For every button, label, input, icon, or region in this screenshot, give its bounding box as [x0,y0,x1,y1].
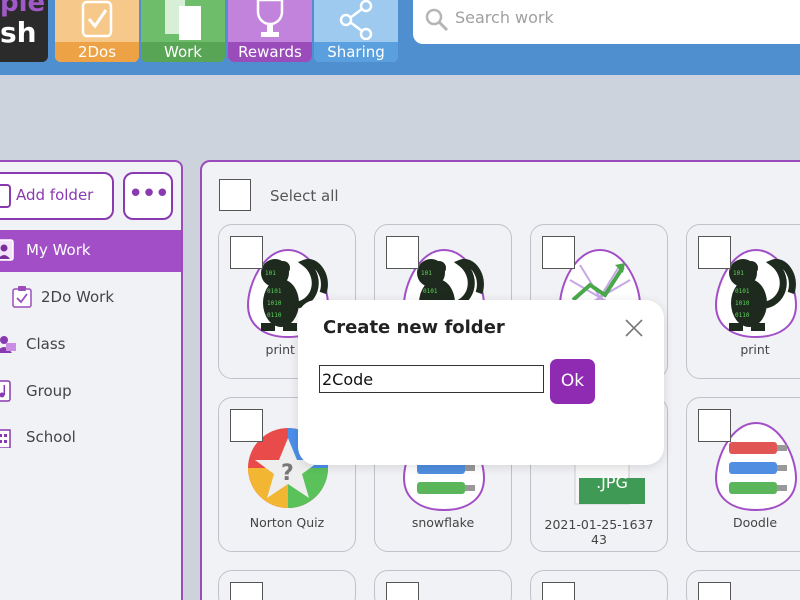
clipboard-icon [12,286,32,308]
nav-2dos-button[interactable]: 2Dos [55,0,139,62]
card-checkbox[interactable] [230,236,263,269]
sidebar-item-label: Class [26,335,66,353]
sidebar-item-school[interactable]: School [0,417,181,459]
nav-sharing-button[interactable]: Sharing [314,0,398,62]
checklist-icon [81,0,113,38]
nav-sharing-label: Sharing [314,42,398,62]
card-checkbox[interactable] [386,582,419,600]
card-checkbox[interactable] [698,582,731,600]
sidebar: Add folder ••• My Work 2Do Work Class Gr… [0,160,183,600]
sidebar-item-class[interactable]: Class [0,324,181,366]
add-folder-button[interactable]: Add folder [0,172,114,220]
sidebar-item-group[interactable]: Group [0,371,181,413]
card-checkbox[interactable] [698,409,731,442]
search-placeholder: Search work [455,8,554,27]
card-checkbox[interactable] [386,236,419,269]
more-options-button[interactable]: ••• [123,172,173,220]
card-name: 2021-01-25-1637 43 [544,517,654,547]
card-checkbox[interactable] [230,582,263,600]
select-all-checkbox[interactable] [219,179,251,211]
school-icon [0,429,11,448]
music-icon [0,380,11,402]
card-name: Doodle [732,515,778,530]
work-card[interactable] [530,570,668,600]
sidebar-item-my-work[interactable]: My Work [0,230,181,272]
nav-2dos-label: 2Dos [55,42,139,62]
ok-button[interactable]: Ok [550,359,595,404]
card-checkbox[interactable] [230,409,263,442]
nav-rewards-label: Rewards [228,42,312,62]
card-name: snowflake [411,515,475,530]
documents-icon [165,0,201,40]
card-checkbox[interactable] [542,236,575,269]
logo-text-line-2: sh [0,16,37,49]
card-name: print [740,342,770,357]
top-bar: ple sh 2Dos Work Rewards Sharing Search … [0,0,800,75]
folder-name-input[interactable] [319,365,544,393]
work-card[interactable]: Doodle [686,397,800,552]
work-card[interactable] [686,570,800,600]
sidebar-item-label: Group [26,382,72,400]
close-icon[interactable] [624,318,644,338]
select-all-label: Select all [270,187,339,205]
share-icon [339,0,373,40]
nav-work-button[interactable]: Work [141,0,225,62]
work-card[interactable] [218,570,356,600]
folder-add-icon [0,184,11,208]
nav-rewards-button[interactable]: Rewards [228,0,312,62]
sidebar-item-label: 2Do Work [41,288,115,306]
search-icon [425,8,449,32]
create-folder-dialog: Create new folder Ok [298,300,664,465]
jpg-badge-label: .JPG [596,473,628,492]
nav-work-label: Work [141,42,225,62]
dialog-title: Create new folder [323,317,505,338]
class-icon [0,336,16,353]
card-checkbox[interactable] [542,582,575,600]
search-box[interactable]: Search work [413,0,800,44]
sidebar-item-2do-work[interactable]: 2Do Work [0,277,181,319]
work-card[interactable]: print [686,224,800,379]
app-logo[interactable]: ple sh [0,0,48,62]
add-folder-label: Add folder [16,186,94,204]
trophy-icon [256,0,284,37]
work-card[interactable] [374,570,512,600]
sidebar-item-label: School [26,428,76,446]
card-checkbox[interactable] [698,236,731,269]
card-name: Norton Quiz [249,515,325,530]
my-work-icon [0,239,14,261]
sidebar-item-label: My Work [26,241,91,259]
